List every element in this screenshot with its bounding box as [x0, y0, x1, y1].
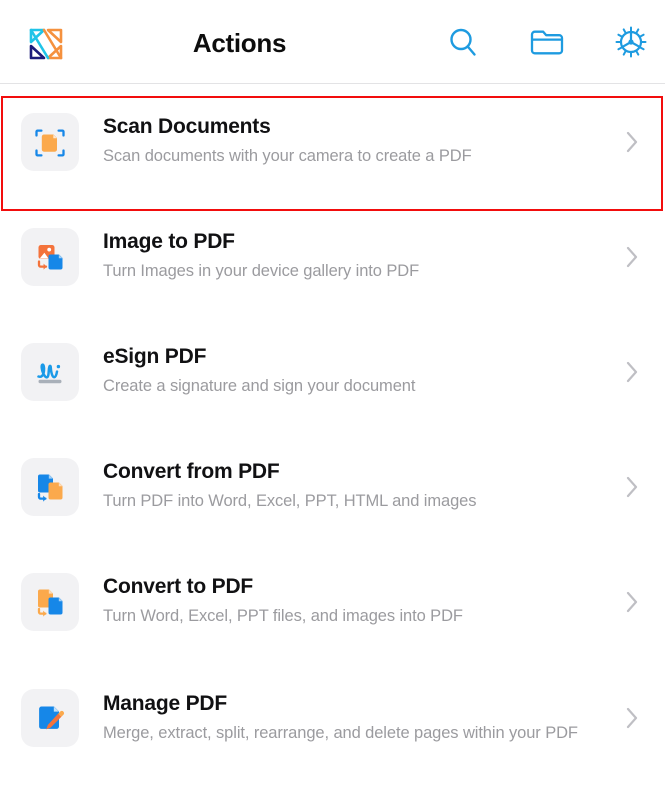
convert-from-pdf-icon	[21, 457, 79, 516]
list-item-title: Convert from PDF	[103, 460, 280, 484]
list-item-text: Convert to PDF Turn Word, Excel, PPT fil…	[79, 575, 621, 628]
list-item-title: Scan Documents	[103, 115, 271, 139]
chevron-right-icon[interactable]	[621, 585, 643, 619]
list-item-subtitle: Scan documents with your camera to creat…	[103, 147, 472, 166]
settings-gear-icon[interactable]	[611, 22, 651, 62]
list-item-convert-to-pdf[interactable]: Convert to PDF Turn Word, Excel, PPT fil…	[0, 544, 665, 659]
list-item-subtitle: Turn Images in your device gallery into …	[103, 262, 420, 281]
list-item-title: eSign PDF	[103, 345, 207, 369]
list-item-manage-pdf[interactable]: Manage PDF Merge, extract, split, rearra…	[0, 659, 665, 777]
list-item-scan-documents[interactable]: Scan Documents Scan documents with your …	[0, 84, 665, 199]
list-item-text: Image to PDF Turn Images in your device …	[79, 230, 621, 283]
header-actions	[443, 22, 651, 62]
chevron-right-icon[interactable]	[621, 125, 643, 159]
list-item-title: Manage PDF	[103, 691, 228, 715]
list-item-text: Manage PDF Merge, extract, split, rearra…	[79, 692, 621, 745]
image-to-pdf-icon	[21, 227, 79, 286]
chevron-right-icon[interactable]	[621, 355, 643, 389]
list-item-subtitle: Turn Word, Excel, PPT files, and images …	[103, 607, 463, 626]
chevron-right-icon[interactable]	[621, 701, 643, 735]
list-item-image-to-pdf[interactable]: Image to PDF Turn Images in your device …	[0, 199, 665, 314]
list-item-subtitle: Turn PDF into Word, Excel, PPT, HTML and…	[103, 492, 477, 511]
actions-screen: Actions Scan Documents Scan documents wi…	[0, 0, 665, 800]
convert-to-pdf-icon	[21, 572, 79, 631]
list-item-text: Convert from PDF Turn PDF into Word, Exc…	[79, 460, 621, 513]
app-header: Actions	[0, 0, 665, 84]
list-item-esign-pdf[interactable]: eSign PDF Create a signature and sign yo…	[0, 314, 665, 429]
list-item-convert-from-pdf[interactable]: Convert from PDF Turn PDF into Word, Exc…	[0, 429, 665, 544]
list-item-text: Scan Documents Scan documents with your …	[79, 115, 621, 168]
list-item-title: Image to PDF	[103, 230, 235, 254]
scan-document-icon	[21, 112, 79, 171]
folder-icon[interactable]	[527, 22, 567, 62]
list-item-subtitle: Create a signature and sign your documen…	[103, 377, 416, 396]
list-item-text: eSign PDF Create a signature and sign yo…	[79, 345, 621, 398]
list-item-subtitle: Merge, extract, split, rearrange, and de…	[103, 723, 578, 742]
chevron-right-icon[interactable]	[621, 470, 643, 504]
manage-pdf-icon	[21, 689, 79, 747]
list-item-title: Convert to PDF	[103, 575, 254, 599]
actions-list: Scan Documents Scan documents with your …	[0, 84, 665, 777]
search-icon[interactable]	[443, 22, 483, 62]
chevron-right-icon[interactable]	[621, 240, 643, 274]
signature-icon	[21, 342, 79, 401]
